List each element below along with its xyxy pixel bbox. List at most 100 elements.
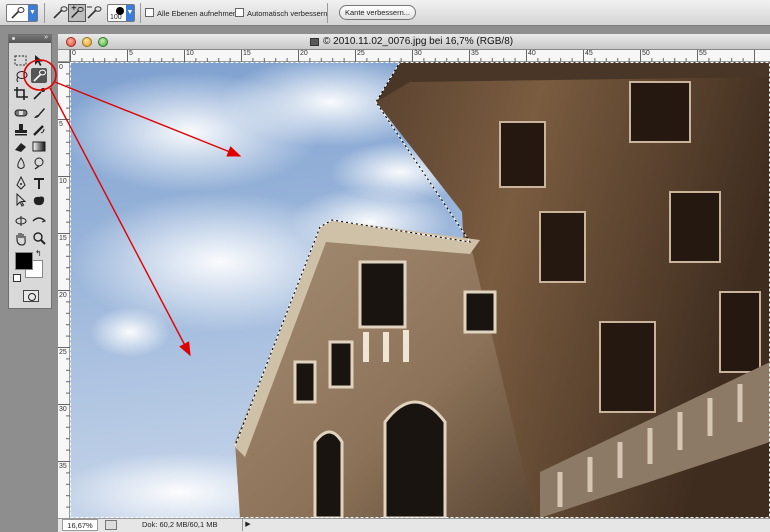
status-bar: 16,67% Dok: 60,2 MB/60,1 MB ▶ [58, 518, 770, 532]
hand-tool[interactable] [13, 231, 29, 246]
status-menu-arrow-icon[interactable]: ▶ [242, 519, 253, 531]
move-arrow-icon [35, 55, 43, 66]
auto-enhance-label: Automatisch verbessern [247, 9, 328, 18]
brush-tool[interactable] [31, 105, 47, 120]
move-tool[interactable] [31, 53, 47, 68]
document-window: © 2010.11.02_0076.jpg bei 16,7% (RGB/8) … [58, 34, 770, 532]
collapse-panel-icon[interactable]: » [44, 34, 48, 41]
eyedropper-tool[interactable] [31, 86, 47, 101]
pen-tool[interactable] [13, 176, 29, 191]
ruler-label: 30 [414, 50, 422, 57]
minimize-window-button[interactable] [82, 37, 92, 47]
3d-rotate-tool[interactable] [13, 213, 29, 228]
lasso-icon [16, 71, 28, 83]
ruler-label: 15 [59, 235, 67, 242]
foreground-color-swatch[interactable] [15, 252, 33, 270]
separator [44, 3, 45, 23]
document-title-bar[interactable]: © 2010.11.02_0076.jpg bei 16,7% (RGB/8) [58, 34, 770, 50]
stamp-icon [15, 124, 27, 136]
3d-rotate-icon [15, 216, 27, 226]
gradient-icon [32, 141, 46, 152]
healing-bandage-icon [14, 109, 28, 117]
close-panel-icon[interactable] [12, 37, 15, 40]
document-title: © 2010.11.02_0076.jpg bei 16,7% (RGB/8) [323, 36, 514, 47]
chevron-down-icon: ▼ [126, 5, 134, 21]
ruler-label: 25 [357, 50, 365, 57]
add-to-selection-mode-button[interactable] [68, 4, 86, 22]
brush-new-icon [53, 6, 68, 19]
separator [327, 3, 328, 23]
blob-shape-icon [33, 196, 45, 206]
tool-preset-picker[interactable]: ▼ [6, 4, 38, 22]
separator [140, 3, 141, 23]
quick-mask-button[interactable] [23, 290, 39, 302]
custom-shape-tool[interactable] [31, 193, 47, 208]
ruler-label: 50 [642, 50, 650, 57]
dodge-icon [34, 157, 44, 170]
ruler-label: 25 [59, 349, 67, 356]
brush-picker[interactable]: 100 ▼ [107, 4, 135, 22]
brush-size-value: 100 [110, 14, 122, 21]
type-tool[interactable] [31, 176, 47, 191]
tools-panel-header[interactable]: » [9, 34, 51, 43]
default-colors-icon[interactable] [13, 274, 21, 282]
path-selection-tool[interactable] [13, 193, 29, 208]
checkbox-icon [145, 8, 154, 17]
auto-enhance-checkbox[interactable]: Automatisch verbessern [235, 8, 327, 20]
brush-add-icon [71, 5, 84, 18]
options-bar: ▼ 100 ▼ Alle Ebenen aufnehmen Automatisc… [0, 0, 770, 26]
photo-palazzo-facade [70, 62, 770, 518]
horizontal-ruler[interactable]: 0 5 10 15 20 25 30 35 40 45 50 55 [70, 50, 770, 62]
sample-all-layers-checkbox[interactable]: Alle Ebenen aufnehmen [145, 8, 237, 20]
zoom-level-field[interactable]: 16,67% [62, 519, 98, 531]
ruler-label: 30 [59, 406, 67, 413]
chevron-down-icon: ▼ [28, 5, 37, 21]
crop-icon [14, 87, 28, 100]
new-selection-mode-button[interactable] [51, 4, 69, 22]
history-brush-tool[interactable] [31, 122, 47, 137]
quick-selection-tool[interactable] [31, 68, 47, 83]
3d-orbit-icon [32, 217, 46, 223]
brush-subtract-icon [87, 6, 102, 19]
clone-stamp-tool[interactable] [13, 122, 29, 137]
refine-edge-button[interactable]: Kante verbessern... [339, 5, 416, 20]
ruler-label: 40 [528, 50, 536, 57]
marquee-icon [14, 55, 27, 66]
tools-panel: » ↰ [8, 34, 52, 309]
rectangular-marquee-tool[interactable] [13, 53, 29, 68]
eraser-icon [15, 143, 26, 152]
quick-selection-icon [11, 7, 25, 19]
sample-all-layers-label: Alle Ebenen aufnehmen [157, 9, 238, 18]
ruler-label: 35 [59, 463, 67, 470]
subtract-from-selection-mode-button[interactable] [85, 4, 103, 22]
spot-healing-brush-tool[interactable] [13, 105, 29, 120]
ruler-label: 45 [585, 50, 593, 57]
zoom-window-button[interactable] [98, 37, 108, 47]
ruler-origin[interactable] [58, 50, 70, 62]
3d-orbit-tool[interactable] [31, 213, 47, 228]
ruler-ticks [58, 62, 70, 508]
dodge-tool[interactable] [31, 156, 47, 171]
pen-nib-icon [16, 176, 26, 190]
lasso-tool[interactable] [13, 69, 29, 84]
document-info-icon[interactable] [105, 520, 117, 530]
eraser-tool[interactable] [13, 139, 29, 154]
crop-tool[interactable] [13, 86, 29, 101]
gradient-tool[interactable] [31, 139, 47, 154]
ruler-label: 20 [59, 292, 67, 299]
ruler-label: 5 [129, 50, 133, 57]
eyedropper-icon [33, 88, 45, 100]
ruler-label: 55 [699, 50, 707, 57]
zoom-tool[interactable] [31, 231, 47, 246]
image-canvas[interactable] [70, 62, 770, 518]
path-arrow-icon [16, 193, 27, 207]
ruler-label: 20 [300, 50, 308, 57]
history-brush-icon [33, 125, 45, 136]
vertical-ruler[interactable]: 0 5 10 15 20 25 30 35 [58, 62, 70, 518]
close-window-button[interactable] [66, 37, 76, 47]
blur-tool[interactable] [13, 156, 29, 171]
ruler-label: 5 [59, 121, 63, 128]
hand-icon [16, 233, 26, 246]
ruler-label: 15 [243, 50, 251, 57]
swap-colors-icon[interactable]: ↰ [35, 249, 42, 258]
